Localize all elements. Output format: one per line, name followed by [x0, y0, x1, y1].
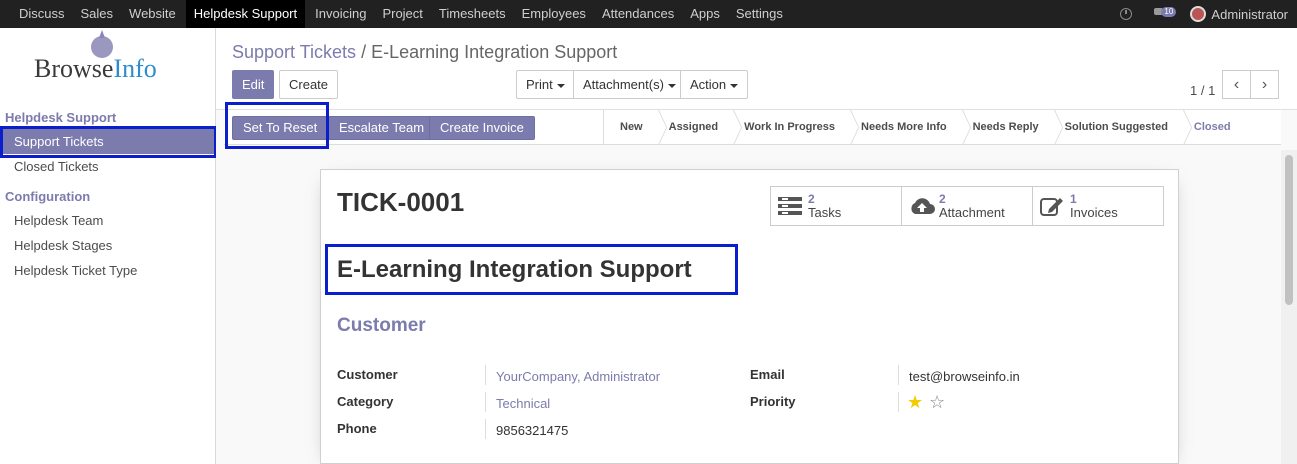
nav-discuss[interactable]: Discuss — [11, 0, 73, 28]
stage-new[interactable]: New — [604, 110, 653, 145]
create-invoice-button[interactable]: Create Invoice — [429, 116, 535, 140]
stage-assigned[interactable]: Assigned — [653, 110, 729, 145]
star-filled-icon[interactable]: ★ — [907, 393, 923, 411]
user-menu[interactable]: Administrator — [1190, 6, 1288, 22]
chevron-left-icon: ‹ — [1233, 75, 1240, 93]
nav-sales[interactable]: Sales — [73, 0, 122, 28]
nav-project[interactable]: Project — [374, 0, 430, 28]
top-menu: Discuss Sales Website Helpdesk Support I… — [0, 0, 791, 28]
sidebar-section-configuration: Configuration — [5, 189, 91, 204]
phone-label: Phone — [337, 421, 377, 436]
attachments-button[interactable]: Attachment(s) — [573, 70, 686, 99]
nav-helpdesk-support[interactable]: Helpdesk Support — [185, 0, 306, 28]
form-sheet: TICK-0001 2 Tasks 2 Attachment 1 Invoices E… — [320, 169, 1179, 464]
print-button[interactable]: Print — [516, 70, 575, 99]
chevron-down-icon — [730, 83, 739, 88]
nav-invoicing[interactable]: Invoicing — [307, 0, 374, 28]
action-button[interactable]: Action — [680, 70, 749, 99]
divider — [485, 392, 486, 412]
attachments-label: Attachment(s) — [583, 77, 664, 92]
pager-value[interactable]: 1 / 1 — [1190, 83, 1215, 98]
logo-part2: Info — [113, 54, 157, 83]
divider — [898, 392, 899, 412]
category-label: Category — [337, 394, 394, 409]
edit-button[interactable]: Edit — [232, 70, 275, 99]
sidebar-item-helpdesk-team[interactable]: Helpdesk Team — [0, 208, 216, 233]
scrollbar-thumb[interactable] — [1285, 155, 1293, 305]
sidebar-section-helpdesk: Helpdesk Support — [5, 110, 117, 125]
invoices-count: 1 — [1070, 192, 1077, 206]
edit-icon — [1040, 195, 1064, 217]
top-navbar: Discuss Sales Website Helpdesk Support I… — [0, 0, 1297, 28]
sidebar-item-support-tickets[interactable]: Support Tickets — [0, 129, 216, 154]
smart-button-invoices[interactable]: 1 Invoices — [1032, 186, 1164, 226]
sidebar: BrowseInfo Helpdesk Support Support Tick… — [0, 28, 216, 464]
create-button[interactable]: Create — [279, 70, 339, 99]
customer-value[interactable]: YourCompany, Administrator — [496, 369, 660, 384]
escalate-team-button[interactable]: Escalate Team — [328, 116, 436, 140]
breadcrumb-parent[interactable]: Support Tickets — [232, 42, 356, 62]
stage-needs-more-info[interactable]: Needs More Info — [845, 110, 957, 145]
smart-button-attachment[interactable]: 2 Attachment — [901, 186, 1033, 226]
nav-website[interactable]: Website — [121, 0, 184, 28]
browseinfo-logo: BrowseInfo — [34, 28, 184, 88]
nav-timesheets[interactable]: Timesheets — [431, 0, 514, 28]
breadcrumb-current: E-Learning Integration Support — [371, 42, 618, 62]
scrollbar[interactable] — [1281, 150, 1297, 464]
divider — [485, 365, 486, 385]
phone-value: 9856321475 — [496, 423, 569, 438]
stage-solution-suggested[interactable]: Solution Suggested — [1049, 110, 1178, 145]
stage-work-in-progress[interactable]: Work In Progress — [728, 110, 845, 145]
divider — [485, 419, 486, 439]
email-label: Email — [750, 367, 785, 382]
logo-part1: Browse — [34, 54, 114, 83]
ticket-title: E-Learning Integration Support — [337, 256, 692, 283]
user-name: Administrator — [1211, 6, 1288, 22]
print-label: Print — [526, 77, 553, 92]
nav-employees[interactable]: Employees — [514, 0, 594, 28]
email-value: test@browseinfo.in — [909, 369, 1020, 384]
invoices-label: Invoices — [1070, 205, 1118, 220]
sidebar-item-helpdesk-ticket-type[interactable]: Helpdesk Ticket Type — [0, 258, 216, 283]
nav-attendances[interactable]: Attendances — [594, 0, 682, 28]
chat-icon[interactable]: 10 — [1154, 7, 1177, 21]
tasks-label: Tasks — [808, 205, 842, 220]
chevron-down-icon — [667, 83, 676, 88]
stage-needs-reply[interactable]: Needs Reply — [957, 110, 1049, 145]
star-empty-icon[interactable]: ☆ — [929, 393, 945, 411]
avatar — [1190, 6, 1207, 22]
nav-settings[interactable]: Settings — [728, 0, 791, 28]
breadcrumb: Support Tickets / E-Learning Integration… — [232, 42, 617, 63]
tasks-icon — [778, 195, 802, 217]
clock-icon[interactable] — [1120, 8, 1133, 20]
sidebar-item-helpdesk-stages[interactable]: Helpdesk Stages — [0, 233, 216, 258]
chevron-right-icon: › — [1261, 75, 1268, 93]
cloud-upload-icon — [909, 195, 935, 217]
status-bar: Set To Reset Escalate Team Create Invoic… — [224, 110, 1281, 145]
main-content: Support Tickets / E-Learning Integration… — [216, 28, 1297, 464]
smart-button-tasks[interactable]: 2 Tasks — [770, 186, 902, 226]
priority-label: Priority — [750, 394, 796, 409]
divider — [898, 365, 899, 385]
chevron-down-icon — [556, 83, 565, 88]
action-label: Action — [690, 77, 727, 92]
stage-closed[interactable]: Closed — [1178, 110, 1241, 145]
pager-previous-button[interactable]: ‹ — [1222, 70, 1251, 99]
set-to-reset-button[interactable]: Set To Reset — [232, 116, 329, 140]
attachment-label: Attachment — [939, 205, 1005, 220]
tasks-count: 2 — [808, 192, 815, 206]
category-value[interactable]: Technical — [496, 396, 550, 411]
chat-badge: 10 — [1161, 7, 1177, 17]
nav-apps[interactable]: Apps — [682, 0, 728, 28]
sidebar-item-closed-tickets[interactable]: Closed Tickets — [0, 154, 216, 179]
pager-next-button[interactable]: › — [1250, 70, 1279, 99]
ticket-number: TICK-0001 — [337, 187, 465, 217]
control-panel: Support Tickets / E-Learning Integration… — [216, 28, 1297, 110]
systray: 10 Administrator — [1120, 0, 1288, 28]
customer-label: Customer — [337, 367, 398, 382]
stage-pipeline: New Assigned Work In Progress Needs More… — [603, 110, 1241, 145]
customer-section-title: Customer — [337, 315, 426, 336]
attachment-count: 2 — [939, 192, 946, 206]
breadcrumb-separator: / — [361, 42, 367, 62]
